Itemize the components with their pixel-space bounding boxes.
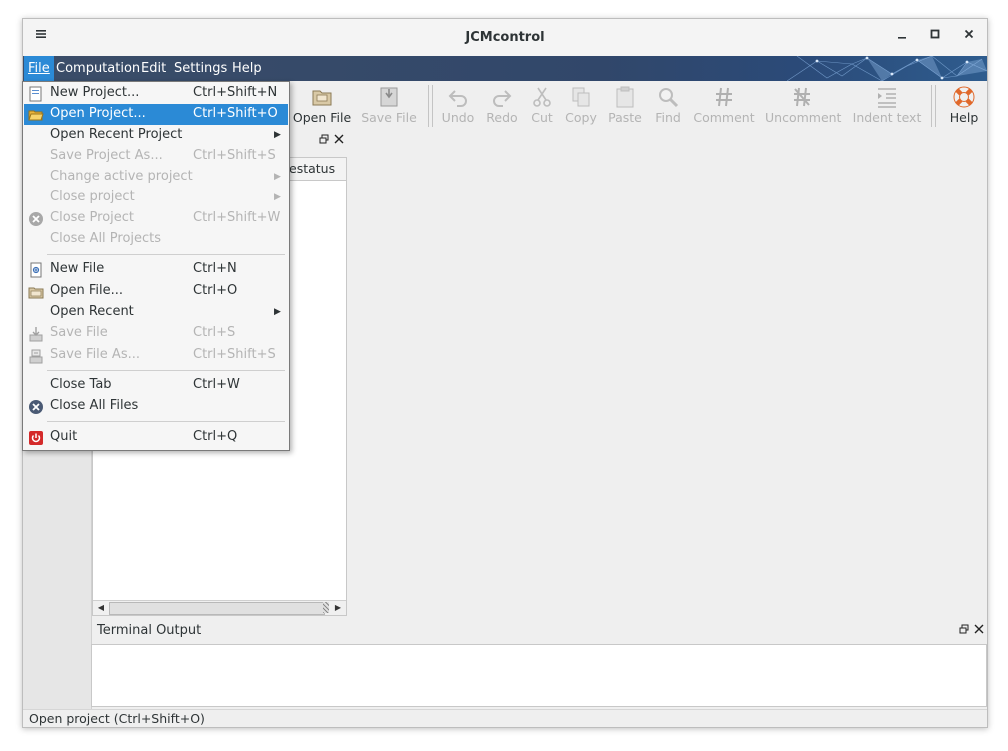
menu-item-change-active-project[interactable]: Change active project ▶ xyxy=(24,167,288,188)
menu-settings[interactable]: Settings xyxy=(170,56,231,81)
open-folder-icon xyxy=(28,110,44,121)
menu-item-close-tab[interactable]: Close Tab Ctrl+W xyxy=(24,375,288,396)
menu-item-close-all-projects[interactable]: Close All Projects xyxy=(24,229,288,250)
close-circle-icon xyxy=(29,212,43,226)
status-bar: Open project (Ctrl+Shift+O) xyxy=(23,709,987,727)
menu-computation[interactable]: Computation xyxy=(52,56,144,81)
power-icon xyxy=(29,431,43,445)
save-file-button[interactable]: Save File xyxy=(357,85,421,129)
editor-area[interactable] xyxy=(347,131,987,615)
float-icon[interactable] xyxy=(959,624,969,637)
close-panel-icon[interactable] xyxy=(974,624,984,637)
redo-icon xyxy=(493,90,512,107)
menu-edit[interactable]: Edit xyxy=(137,56,170,81)
scrollbar-grip[interactable] xyxy=(323,602,329,613)
folder-icon xyxy=(28,287,44,299)
hash-strike-icon xyxy=(794,87,810,107)
scroll-right-icon[interactable]: ▶ xyxy=(331,601,345,615)
copy-icon xyxy=(572,87,590,107)
submenu-arrow-icon: ▶ xyxy=(274,130,281,140)
minimize-icon[interactable] xyxy=(890,25,914,49)
folder-icon xyxy=(312,90,332,106)
scissors-icon xyxy=(533,87,551,107)
terminal-output[interactable] xyxy=(91,644,987,707)
uncomment-button[interactable]: Uncomment xyxy=(765,85,841,129)
scroll-left-icon[interactable]: ◀ xyxy=(94,601,108,615)
submenu-arrow-icon: ▶ xyxy=(274,307,281,317)
open-file-button[interactable]: Open File xyxy=(291,85,353,129)
indent-icon xyxy=(878,88,896,108)
indent-button[interactable]: Indent text xyxy=(851,85,923,129)
close-panel-icon[interactable] xyxy=(334,134,344,147)
redo-button[interactable]: Redo xyxy=(483,85,521,129)
terminal-header: Terminal Output xyxy=(91,619,987,643)
title-bar: JCMcontrol xyxy=(23,19,987,57)
menu-item-close-project[interactable]: Close Project Ctrl+Shift+W xyxy=(24,208,288,229)
menu-help[interactable]: Help xyxy=(228,56,266,81)
magnifier-icon xyxy=(659,88,679,108)
menu-item-save-file-as[interactable]: Save File As... Ctrl+Shift+S xyxy=(24,345,288,366)
cut-button[interactable]: Cut xyxy=(526,85,558,129)
submenu-arrow-icon: ▶ xyxy=(274,172,281,182)
save-icon xyxy=(380,87,398,107)
menu-separator xyxy=(47,370,285,371)
close-icon[interactable] xyxy=(957,25,981,49)
menu-item-open-file[interactable]: Open File... Ctrl+O xyxy=(24,281,288,302)
save-as-icon xyxy=(29,349,43,364)
find-button[interactable]: Find xyxy=(651,85,685,129)
toolbar-separator xyxy=(931,85,936,127)
menu-item-close-all-files[interactable]: Close All Files xyxy=(24,396,288,417)
menu-item-new-file[interactable]: New File Ctrl+N xyxy=(24,259,288,280)
undo-icon xyxy=(448,90,467,107)
float-icon[interactable] xyxy=(319,134,329,147)
menu-item-open-project[interactable]: Open Project... Ctrl+Shift+O xyxy=(24,104,288,125)
menu-separator xyxy=(47,421,285,422)
save-icon xyxy=(29,327,43,342)
hash-icon xyxy=(716,87,732,107)
maximize-icon[interactable] xyxy=(923,25,947,49)
menu-item-close-project-sub[interactable]: Close project ▶ xyxy=(24,187,288,208)
menu-item-open-recent-project[interactable]: Open Recent Project ▶ xyxy=(24,125,288,146)
window-title: JCMcontrol xyxy=(465,30,545,45)
submenu-arrow-icon: ▶ xyxy=(274,192,281,202)
new-file-icon xyxy=(30,262,42,278)
comment-button[interactable]: Comment xyxy=(693,85,755,129)
menu-separator xyxy=(47,254,285,255)
scrollbar-thumb[interactable] xyxy=(109,602,325,615)
menu-item-save-project-as[interactable]: Save Project As... Ctrl+Shift+S xyxy=(24,146,288,167)
lifebuoy-icon xyxy=(953,86,975,108)
menubar-decoration xyxy=(787,56,987,81)
copy-button[interactable]: Copy xyxy=(563,85,599,129)
menu-bar: File Computation Edit Settings Help xyxy=(23,56,987,81)
horizontal-scrollbar[interactable]: ◀ ▶ xyxy=(93,600,346,615)
clipboard-icon xyxy=(616,86,634,108)
undo-button[interactable]: Undo xyxy=(439,85,477,129)
menu-item-open-recent[interactable]: Open Recent ▶ xyxy=(24,302,288,323)
status-text: Open project (Ctrl+Shift+O) xyxy=(29,711,205,726)
help-button[interactable]: Help xyxy=(945,85,983,129)
file-menu: New Project... Ctrl+Shift+N Open Project… xyxy=(22,81,290,451)
menu-item-new-project[interactable]: New Project... Ctrl+Shift+N xyxy=(24,83,288,104)
close-circle-icon xyxy=(29,400,43,414)
terminal-title: Terminal Output xyxy=(97,623,202,638)
menu-item-quit[interactable]: Quit Ctrl+Q xyxy=(24,427,288,448)
menu-file[interactable]: File xyxy=(24,56,54,81)
menu-item-save-file[interactable]: Save File Ctrl+S xyxy=(24,323,288,344)
toolbar-separator xyxy=(428,85,433,127)
new-project-icon xyxy=(29,86,42,102)
paste-button[interactable]: Paste xyxy=(605,85,645,129)
